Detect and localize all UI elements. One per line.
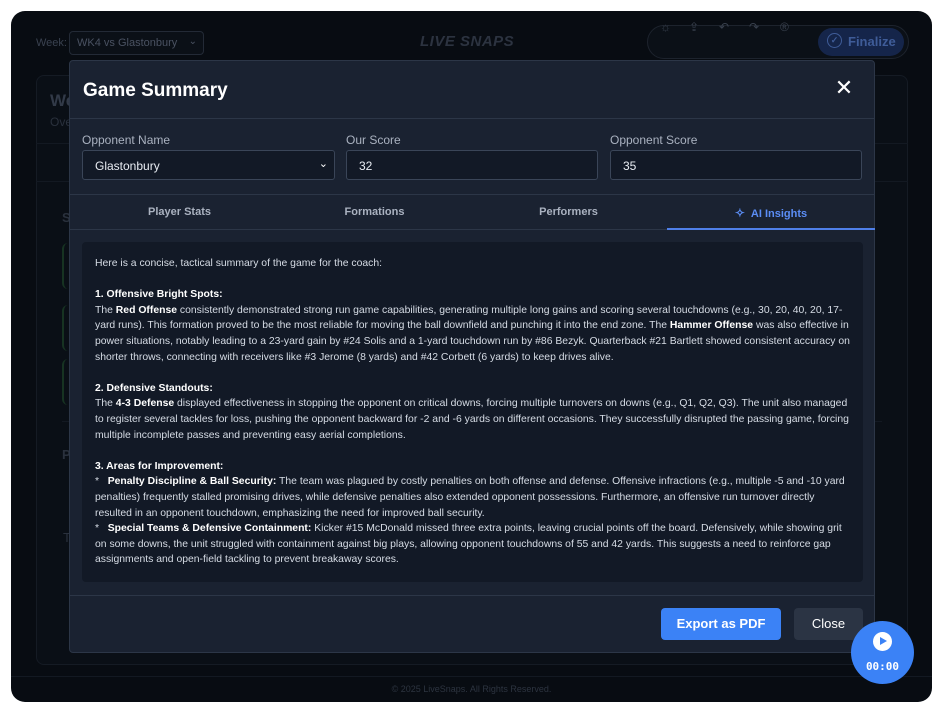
redo-icon[interactable]: ↷: [749, 20, 759, 34]
timer-widget[interactable]: 00:00: [851, 621, 914, 684]
insights-heading: 3. Areas for Improvement:: [95, 460, 224, 472]
opponent-name-value: Glastonbury: [95, 159, 160, 173]
week-select[interactable]: WK4 vs Glastonbury ⌄: [69, 31, 204, 55]
opponent-score-value: 35: [623, 159, 637, 173]
check-circle-icon: ✓: [827, 33, 842, 48]
close-button[interactable]: Close: [794, 608, 863, 640]
tab-performers[interactable]: Performers: [468, 195, 669, 230]
timer-value: 00:00: [865, 660, 900, 673]
play-icon[interactable]: [873, 632, 892, 651]
insights-paragraph: The 4-3 Defense displayed effectiveness …: [95, 398, 849, 441]
tab-bar: Player Stats Formations Performers ✧ AI I…: [70, 194, 875, 230]
tab-ai-insights[interactable]: ✧ AI Insights: [667, 195, 875, 230]
week-label: Week:: [36, 37, 67, 49]
insights-intro: Here is a concise, tactical summary of t…: [95, 258, 383, 269]
tab-player-stats[interactable]: Player Stats: [79, 195, 280, 230]
insights-heading: 1. Offensive Bright Spots:: [95, 289, 223, 301]
opponent-score-input[interactable]: 35: [610, 150, 862, 180]
registered-icon[interactable]: ®: [780, 20, 789, 34]
chevron-down-icon: ⌄: [188, 36, 197, 47]
ai-insights-panel: Here is a concise, tactical summary of t…: [82, 242, 863, 582]
tab-formations[interactable]: Formations: [274, 195, 475, 230]
our-score-value: 32: [359, 159, 373, 173]
copyright: © 2025 LiveSnaps. All Rights Reserved.: [391, 684, 552, 694]
insights-bullet: * Penalty Discipline & Ball Security: Th…: [95, 476, 845, 519]
opponent-score-label: Opponent Score: [610, 133, 698, 147]
insights-paragraph: The Red Offense consistently demonstrate…: [95, 304, 850, 363]
game-summary-modal: Game Summary ✕ Opponent Name Glastonbury…: [69, 60, 875, 653]
modal-title: Game Summary: [83, 80, 228, 101]
brand-logo: LIVE SNAPS: [420, 33, 515, 50]
footer: © 2025 LiveSnaps. All Rights Reserved.: [11, 676, 932, 702]
undo-icon[interactable]: ↶: [719, 20, 729, 34]
export-pdf-button[interactable]: Export as PDF: [661, 608, 781, 640]
sun-icon[interactable]: ☼: [660, 20, 671, 34]
opponent-name-label: Opponent Name: [82, 133, 171, 147]
finalize-button[interactable]: ✓ Finalize: [818, 28, 904, 56]
our-score-input[interactable]: 32: [346, 150, 598, 180]
finalize-label: Finalize: [848, 34, 896, 49]
modal-footer-divider: [70, 595, 874, 596]
insights-bullet: * Special Teams & Defensive Containment:…: [95, 523, 842, 566]
our-score-label: Our Score: [346, 133, 401, 147]
opponent-name-select[interactable]: Glastonbury ⌄: [82, 150, 335, 180]
chevron-down-icon: ⌄: [318, 158, 328, 170]
upload-icon[interactable]: ⇪: [689, 20, 699, 34]
modal-header: Game Summary ✕: [70, 61, 874, 119]
sparkles-icon: ✧: [734, 206, 745, 220]
insights-heading: 2. Defensive Standouts:: [95, 382, 213, 394]
week-select-value: WK4 vs Glastonbury: [77, 37, 178, 49]
close-icon[interactable]: ✕: [834, 77, 854, 99]
